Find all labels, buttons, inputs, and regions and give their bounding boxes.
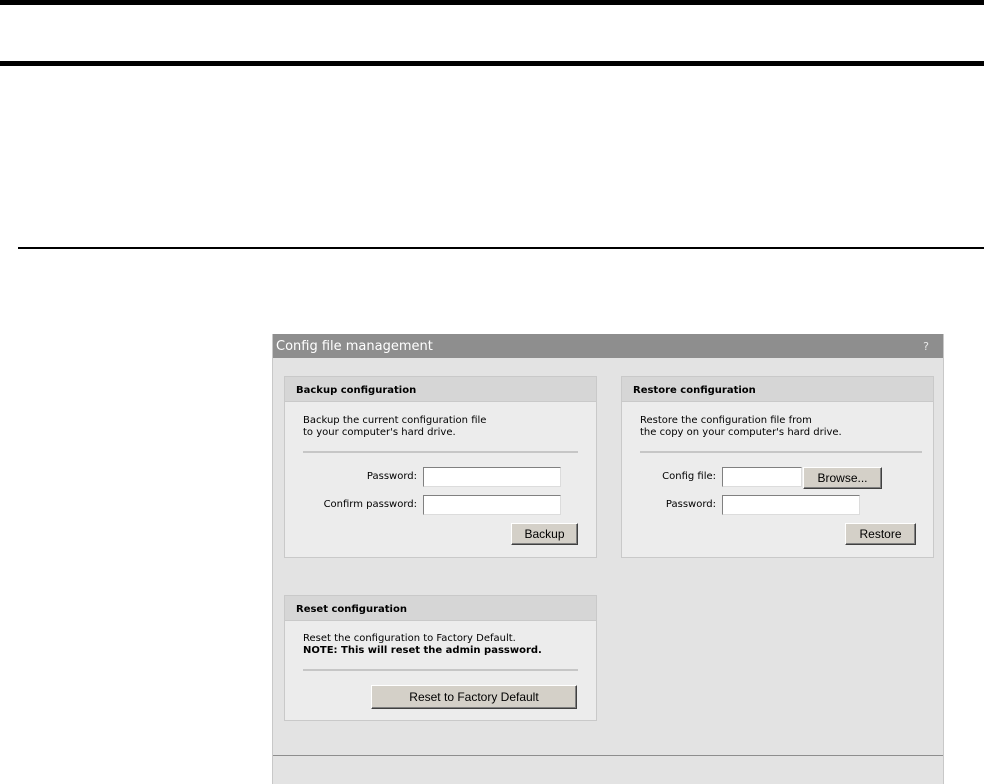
backup-divider [303, 451, 578, 453]
restore-button[interactable]: Restore [845, 523, 916, 545]
backup-configuration-title: Backup configuration [285, 377, 596, 402]
section-divider [18, 247, 984, 249]
reset-description: Reset the configuration to Factory Defau… [303, 633, 542, 657]
backup-password-input[interactable] [423, 467, 561, 487]
restore-description-line-2: the copy on your computer's hard drive. [640, 427, 842, 438]
restore-password-input[interactable] [722, 495, 860, 515]
backup-confirm-password-label: Confirm password: [323, 499, 417, 510]
reset-description-line-1: Reset the configuration to Factory Defau… [303, 633, 516, 644]
reset-to-factory-default-button[interactable]: Reset to Factory Default [371, 685, 577, 709]
backup-description-line-1: Backup the current configuration file [303, 415, 487, 426]
restore-config-file-label: Config file: [662, 471, 716, 482]
top-border-bar [0, 0, 984, 5]
panel-header: Config file management ? [273, 334, 943, 358]
browse-button[interactable]: Browse... [803, 467, 882, 489]
restore-config-file-input[interactable] [722, 467, 802, 487]
backup-configuration-box: Backup configuration Backup the current … [284, 376, 597, 558]
reset-configuration-title: Reset configuration [285, 596, 596, 621]
reset-divider [303, 669, 578, 671]
backup-password-label: Password: [366, 471, 417, 482]
restore-description-line-1: Restore the configuration file from [640, 415, 812, 426]
restore-password-label: Password: [665, 499, 716, 510]
restore-configuration-title: Restore configuration [622, 377, 933, 402]
panel-title: Config file management [276, 339, 433, 354]
panel-footer-divider [273, 755, 943, 756]
help-icon[interactable]: ? [923, 334, 929, 360]
restore-configuration-box: Restore configuration Restore the config… [621, 376, 934, 558]
restore-description: Restore the configuration file from the … [640, 415, 842, 439]
backup-description: Backup the current configuration file to… [303, 415, 486, 439]
backup-description-line-2: to your computer's hard drive. [303, 427, 456, 438]
restore-divider [640, 451, 922, 453]
header-border-bar [0, 61, 984, 66]
backup-button[interactable]: Backup [511, 523, 578, 545]
reset-warning-note: NOTE: This will reset the admin password… [303, 645, 542, 656]
backup-confirm-password-input[interactable] [423, 495, 561, 515]
config-file-management-panel: Config file management ? Backup configur… [272, 334, 944, 784]
reset-configuration-box: Reset configuration Reset the configurat… [284, 595, 597, 721]
